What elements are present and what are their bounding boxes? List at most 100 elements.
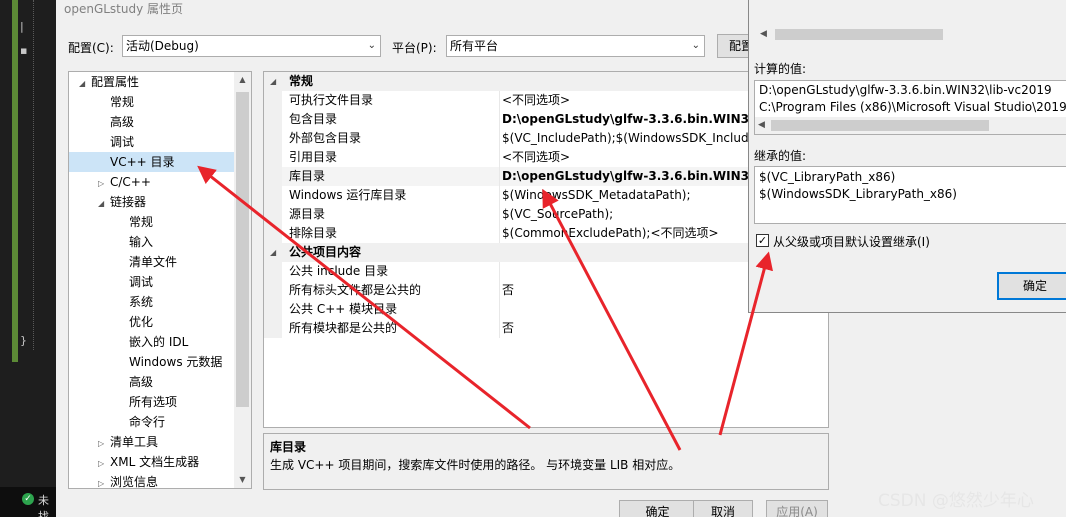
tree-item[interactable]: 高级	[98, 112, 134, 132]
tree-item[interactable]: 系统	[117, 292, 153, 312]
property-name: 公共 include 目录	[289, 264, 389, 278]
property-name: 包含目录	[289, 112, 338, 126]
grid-row[interactable]: 排除目录 $(CommonExcludePath);<不同选项>	[264, 224, 828, 243]
change-indicator-bar	[12, 0, 18, 362]
dialog-title: openGLstudy 属性页	[64, 2, 184, 16]
grid-row[interactable]: 引用目录 <不同选项>	[264, 148, 828, 167]
evaluated-scrollbar[interactable]: ◀	[755, 117, 1066, 134]
column-divider[interactable]	[499, 281, 500, 300]
scroll-down-icon[interactable]: ▼	[234, 472, 251, 488]
collapse-icon[interactable]: ◢	[98, 194, 110, 214]
check-circle-icon: ✓	[22, 493, 34, 505]
inherited-label: 继承的值:	[754, 149, 807, 163]
expand-icon[interactable]: ▷	[98, 454, 110, 474]
grid-row[interactable]: Windows 运行库目录 $(WindowsSDK_MetadataPath);	[264, 186, 828, 205]
column-divider[interactable]	[499, 148, 500, 167]
collapse-icon[interactable]: ◢	[270, 72, 276, 91]
popup-ok-button[interactable]: 确定	[997, 272, 1066, 300]
grid-row[interactable]: 源目录 $(VC_SourcePath);	[264, 205, 828, 224]
property-value[interactable]: <不同选项>	[502, 91, 752, 110]
tree-item[interactable]: 优化	[117, 312, 153, 332]
scroll-thumb[interactable]	[775, 29, 943, 40]
collapse-icon[interactable]: ◢	[270, 243, 276, 262]
scroll-thumb[interactable]	[236, 92, 249, 407]
property-value[interactable]: $(WindowsSDK_MetadataPath);	[502, 186, 752, 205]
tree-item-label: VC++ 目录	[110, 155, 175, 169]
tree-item[interactable]: 常规	[117, 212, 153, 232]
grid-category[interactable]: ◢ 公共项目内容	[264, 243, 828, 262]
tree-item-label: 高级	[129, 375, 154, 389]
property-name: 排除目录	[289, 226, 338, 240]
tree-item[interactable]: 命令行	[117, 412, 165, 432]
grid-row[interactable]: 可执行文件目录 <不同选项>	[264, 91, 828, 110]
column-divider[interactable]	[499, 129, 500, 148]
column-divider[interactable]	[499, 110, 500, 129]
property-value[interactable]: 否	[502, 319, 752, 338]
tree-item[interactable]: ▷ C/C++	[98, 172, 151, 192]
tree-item[interactable]: 清单文件	[117, 252, 177, 272]
tree-item[interactable]: ▷ XML 文档生成器	[98, 452, 199, 472]
tree-scrollbar[interactable]: ▲ ▼	[234, 72, 251, 488]
tree-item-label: XML 文档生成器	[110, 455, 200, 469]
platform-select[interactable]: 所有平台 ⌄	[446, 35, 705, 57]
grid-row[interactable]: 库目录 D:\openGLstudy\glfw-3.3.6.bin.WIN32\l…	[264, 167, 828, 186]
tree-item[interactable]: 常规	[98, 92, 134, 112]
property-name: 引用目录	[289, 150, 338, 164]
column-divider[interactable]	[499, 167, 500, 186]
tree-item-label: C/C++	[110, 175, 151, 189]
ok-button[interactable]: 确定	[619, 500, 696, 517]
grid-row[interactable]: 公共 C++ 模块目录	[264, 300, 828, 319]
column-divider[interactable]	[499, 262, 500, 281]
column-divider[interactable]	[499, 319, 500, 338]
column-divider[interactable]	[499, 224, 500, 243]
grid-row[interactable]: 包含目录 D:\openGLstudy\glfw-3.3.6.bin.WIN32\…	[264, 110, 828, 129]
tree-item[interactable]: ◢ 配置属性	[79, 72, 139, 92]
property-value[interactable]: <不同选项>	[502, 148, 752, 167]
column-divider[interactable]	[499, 300, 500, 319]
gutter-mark: ▪	[20, 44, 28, 57]
scroll-left-icon[interactable]: ◀	[760, 26, 767, 43]
expand-icon[interactable]: ▷	[98, 434, 110, 454]
tree-item[interactable]: VC++ 目录	[69, 152, 235, 172]
tree-item[interactable]: 调试	[98, 132, 134, 152]
inherit-checkbox-label[interactable]: 从父级或项目默认设置继承(I)	[773, 233, 930, 250]
tree-item[interactable]: 高级	[117, 372, 153, 392]
tree-item[interactable]: 所有选项	[117, 392, 177, 412]
scroll-up-icon[interactable]: ▲	[234, 72, 251, 88]
property-value[interactable]: 否	[502, 281, 752, 300]
tree-item[interactable]: ▷ 清单工具	[98, 432, 158, 452]
tree-item[interactable]: ◢ 链接器	[98, 192, 146, 212]
expand-icon[interactable]: ▷	[98, 174, 110, 194]
cancel-button[interactable]: 取消	[693, 500, 753, 517]
tree-item[interactable]: 嵌入的 IDL	[117, 332, 188, 352]
apply-button[interactable]: 应用(A)	[766, 500, 828, 517]
property-value[interactable]: D:\openGLstudy\glfw-3.3.6.bin.WIN32\in	[502, 110, 752, 129]
row-gutter	[264, 281, 282, 300]
scroll-thumb[interactable]	[771, 120, 989, 131]
property-name: Windows 运行库目录	[289, 188, 407, 202]
column-divider[interactable]	[499, 205, 500, 224]
tree-item[interactable]: 调试	[117, 272, 153, 292]
column-divider[interactable]	[499, 91, 500, 110]
collapse-icon[interactable]: ◢	[79, 74, 91, 94]
platform-label: 平台(P):	[392, 41, 437, 55]
top-horizontal-scrollbar[interactable]: ◀	[757, 26, 1066, 43]
scroll-left-icon[interactable]: ◀	[758, 117, 765, 134]
property-value[interactable]: $(CommonExcludePath);<不同选项>	[502, 224, 752, 243]
evaluated-values-box: D:\openGLstudy\glfw-3.3.6.bin.WIN32\lib-…	[754, 80, 1066, 135]
tree-item[interactable]: ▷ 浏览信息	[98, 472, 158, 488]
grid-row[interactable]: 公共 include 目录	[264, 262, 828, 281]
property-value[interactable]: D:\openGLstudy\glfw-3.3.6.bin.WIN32\li	[502, 167, 752, 186]
grid-row[interactable]: 所有标头文件都是公共的 否	[264, 281, 828, 300]
property-value[interactable]: $(VC_IncludePath);$(WindowsSDK_IncludePa	[502, 129, 752, 148]
config-select[interactable]: 活动(Debug) ⌄	[122, 35, 381, 57]
expand-icon[interactable]: ▷	[98, 474, 110, 488]
property-value[interactable]: $(VC_SourcePath);	[502, 205, 752, 224]
column-divider[interactable]	[499, 186, 500, 205]
grid-category[interactable]: ◢ 常规	[264, 72, 828, 91]
grid-row[interactable]: 外部包含目录 $(VC_IncludePath);$(WindowsSDK_Inc…	[264, 129, 828, 148]
tree-item[interactable]: Windows 元数据	[117, 352, 222, 372]
inherit-checkbox[interactable]: ✓	[756, 234, 769, 247]
grid-row[interactable]: 所有模块都是公共的 否	[264, 319, 828, 338]
tree-item[interactable]: 输入	[117, 232, 153, 252]
